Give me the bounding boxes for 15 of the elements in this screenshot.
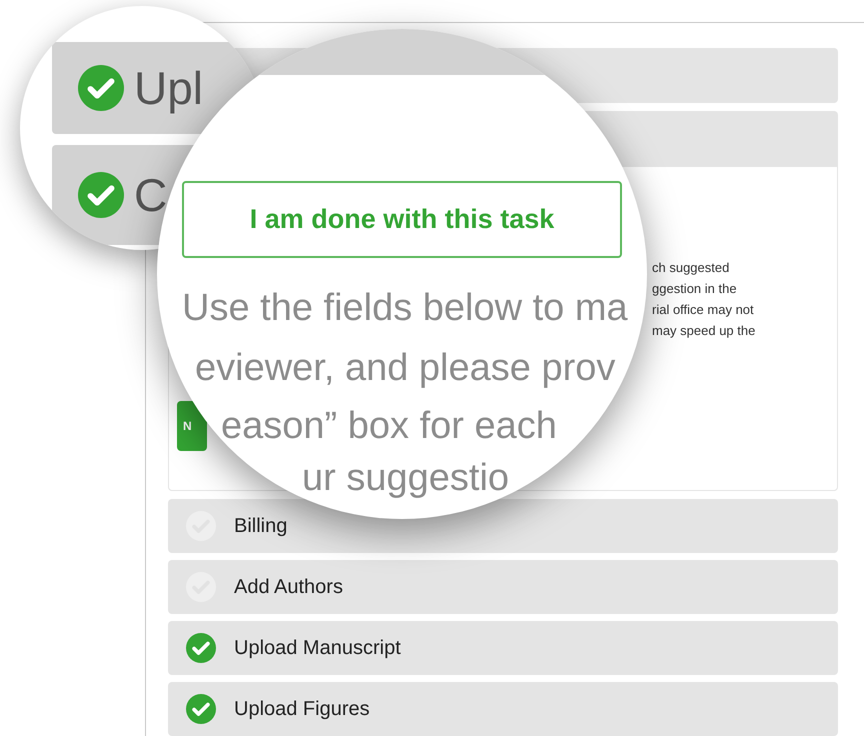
instructions-text: ch suggested ggestion in the rial office may not may speed up the xyxy=(652,259,756,340)
task-label: Billing xyxy=(234,514,288,539)
task-row[interactable]: Upload Figures xyxy=(168,682,838,736)
task-label: Upl xyxy=(134,65,204,111)
task-row[interactable]: Billing xyxy=(168,499,838,553)
task-row[interactable]: Upload Manuscript xyxy=(168,621,838,675)
task-label: Add Authors xyxy=(234,575,343,600)
task-label: Upload Figures xyxy=(234,697,370,722)
instructions-text: eviewer, and please prov xyxy=(195,346,616,391)
instructions-text: ur suggestio xyxy=(302,456,510,501)
instructions-text: eason” box for each xyxy=(221,404,557,449)
task-row[interactable]: Add Authors xyxy=(168,560,838,614)
instructions-text: Use the fields below to ma xyxy=(182,286,628,331)
task-label: C xyxy=(134,172,168,218)
task-label: Upload Manuscript xyxy=(234,636,401,661)
